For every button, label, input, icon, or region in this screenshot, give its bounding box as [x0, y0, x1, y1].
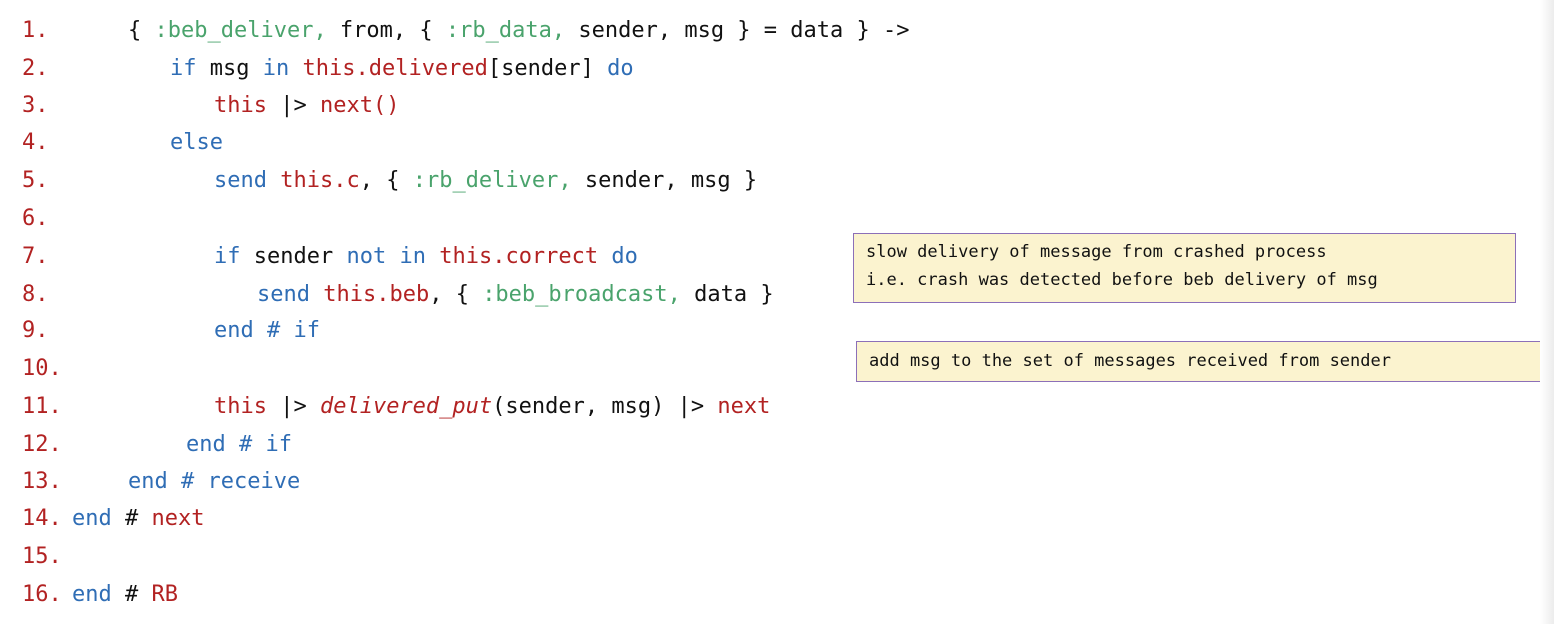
line-number: 9.	[22, 318, 49, 343]
code-text: send this.c, { :rb_deliver, sender, msg …	[214, 162, 757, 200]
code-text: this |> next()	[214, 87, 399, 125]
code-token: send	[257, 282, 310, 307]
line-number: 8.	[22, 282, 49, 307]
code-token: this	[214, 394, 267, 419]
code-token: in	[262, 56, 290, 81]
code-token: , {	[429, 282, 483, 307]
line-number: 10.	[22, 356, 62, 381]
code-token: end	[72, 582, 112, 607]
code-token: this	[214, 93, 267, 118]
code-token: sender, msg } = data } ->	[565, 18, 910, 43]
line-number: 15.	[22, 544, 62, 569]
code-token: :rb_data,	[445, 18, 566, 43]
code-token: end # if	[214, 318, 320, 343]
code-text: end # receive	[128, 463, 300, 501]
code-token: from, {	[326, 18, 446, 43]
code-token: next()	[319, 93, 400, 118]
code-text: { :beb_deliver, from, { :rb_data, sender…	[128, 12, 910, 50]
line-number: 2.	[22, 56, 49, 81]
code-text: end # if	[214, 312, 320, 350]
code-token: do	[607, 56, 634, 81]
annotation-add-msg: add msg to the set of messages received …	[856, 341, 1546, 382]
code-token: end # receive	[128, 469, 301, 494]
code-token: next	[717, 394, 771, 419]
code-token: this.delivered	[302, 56, 488, 81]
code-token: :rb_deliver,	[412, 168, 572, 193]
line-number: 13.	[22, 469, 62, 494]
code-token: {	[128, 18, 155, 43]
code-token: delivered_put	[319, 394, 493, 419]
code-token: data }	[680, 282, 774, 307]
code-token: [sender]	[487, 56, 608, 81]
code-token: sender, msg }	[571, 168, 758, 193]
code-token: end # if	[186, 432, 292, 457]
code-token: in	[399, 244, 426, 269]
line-number: 6.	[22, 206, 49, 231]
code-token: msg	[196, 56, 263, 81]
code-token: this.c	[280, 168, 360, 193]
line-number: 11.	[22, 394, 62, 419]
page-edge	[1540, 0, 1554, 624]
code-token: not	[346, 244, 387, 269]
code-text: this |> delivered_put(sender, msg) |> ne…	[214, 388, 770, 426]
code-token: |>	[266, 93, 320, 118]
code-token: sender	[240, 244, 347, 269]
code-text: if msg in this.delivered[sender] do	[170, 50, 634, 88]
code-token: else	[170, 130, 223, 155]
code-token: :beb_deliver,	[154, 18, 327, 43]
line-number: 14.	[22, 506, 62, 531]
code-text: else	[170, 124, 223, 162]
code-token: send	[214, 168, 267, 193]
line-number: 1.	[22, 18, 49, 43]
line-number: 7.	[22, 244, 49, 269]
code-token: if	[170, 56, 197, 81]
code-token: (sender, msg) |>	[492, 394, 718, 419]
code-listing: 1. { :beb_deliver, from, { :rb_data, send…	[0, 0, 1540, 624]
code-token: RB	[151, 582, 179, 607]
code-token: end	[72, 506, 112, 531]
code-token: :beb_broadcast,	[482, 282, 681, 307]
code-token: next	[151, 506, 205, 531]
code-text: if sender not in this.correct do	[214, 238, 638, 276]
code-text: end # RB	[72, 576, 178, 614]
code-token: , {	[359, 168, 413, 193]
line-number: 3.	[22, 93, 49, 118]
code-text: end # if	[186, 426, 292, 464]
code-token: this.correct	[439, 244, 599, 269]
annotation-slow-delivery: slow delivery of message from crashed pr…	[853, 233, 1516, 303]
code-token: do	[611, 244, 638, 269]
code-token: #	[111, 582, 152, 607]
code-token: if	[214, 244, 241, 269]
code-token: |>	[266, 394, 320, 419]
code-text: send this.beb, { :beb_broadcast, data }	[257, 276, 774, 314]
line-number: 4.	[22, 130, 49, 155]
code-text: end # next	[72, 500, 204, 538]
line-number: 16.	[22, 582, 62, 607]
line-number: 5.	[22, 168, 49, 193]
line-number: 12.	[22, 432, 62, 457]
code-token: #	[111, 506, 152, 531]
code-token: this.beb	[323, 282, 430, 307]
